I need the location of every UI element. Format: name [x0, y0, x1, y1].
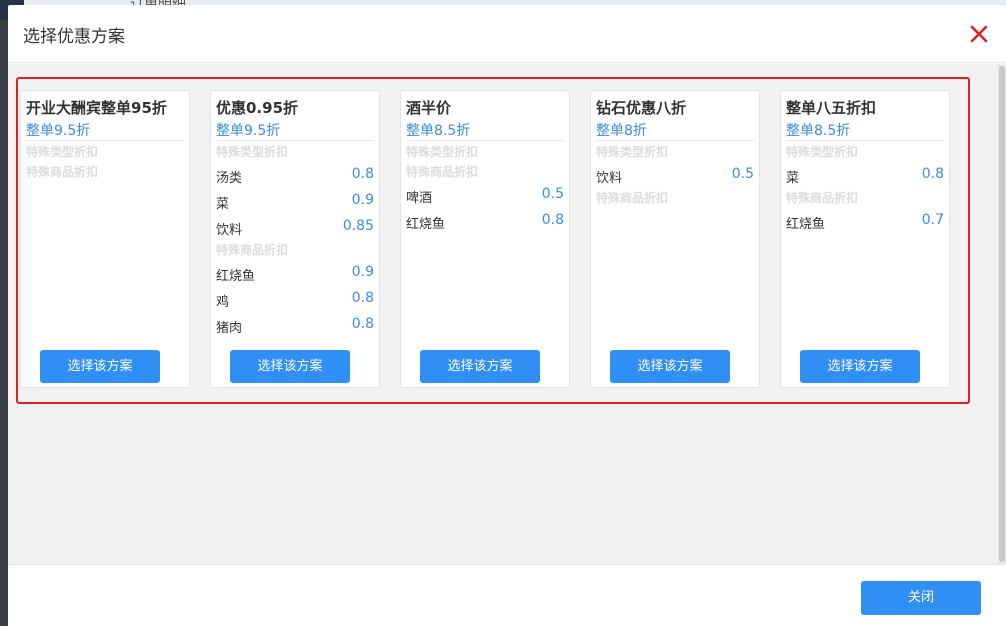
- plan-title: 酒半价: [406, 99, 452, 117]
- goods-discount-value: 0.8: [351, 290, 374, 306]
- plan-overall-discount: 整单8.5折: [786, 123, 851, 139]
- dialog-title: 选择优惠方案: [23, 27, 125, 47]
- goods-discount-value: 0.7: [921, 212, 944, 228]
- plan-overall-discount: 整单8.5折: [406, 123, 471, 139]
- select-plan-button[interactable]: 选择该方案: [610, 350, 730, 383]
- plan-card: 酒半价整单8.5折 特殊类型折扣 特殊商品折扣 啤酒 0.5 红烧鱼 0.8 选择该方案: [400, 90, 570, 388]
- goods-discount-label: 特殊商品折扣: [596, 191, 669, 205]
- goods-discount-label: 特殊商品折扣: [26, 165, 99, 179]
- type-discount-value: 0.8: [921, 166, 944, 182]
- plan-title: 开业大酬宾整单95折: [26, 99, 167, 117]
- goods-discount-name: 鸡: [216, 295, 230, 310]
- type-discount-label: 特殊类型折扣: [406, 145, 479, 159]
- plan-divider: [596, 140, 754, 141]
- dialog-footer: 关闭: [8, 564, 1006, 626]
- plan-overall-discount: 整单9.5折: [216, 123, 281, 139]
- goods-discount-value: 0.8: [541, 212, 564, 228]
- type-discount-name: 菜: [786, 171, 800, 186]
- goods-discount-name: 啤酒: [406, 191, 433, 206]
- goods-discount-value: 0.8: [351, 316, 374, 332]
- type-discount-label: 特殊类型折扣: [786, 145, 859, 159]
- dialog-body: 开业大酬宾整单95折 整单9.5折 特殊类型折扣 特殊商品折扣 选择该方案 优惠0.95折…: [8, 64, 1006, 564]
- goods-discount-name: 红烧鱼: [406, 217, 446, 232]
- goods-discount-name: 红烧鱼: [216, 269, 256, 284]
- plan-divider: [26, 140, 184, 141]
- plan-title: 钻石优惠八折: [596, 99, 687, 117]
- plan-title: 优惠0.95折: [216, 99, 299, 117]
- goods-discount-label: 特殊商品折扣: [406, 165, 479, 179]
- goods-discount-label: 特殊商品折扣: [216, 243, 289, 257]
- type-discount-name: 饮料: [596, 171, 623, 186]
- type-discount-value: 0.8: [351, 166, 374, 182]
- plan-card: 整单八五折扣 整单8.5折 特殊类型折扣菜 0.8 特殊商品折扣 红烧鱼 0.7 选择该方案: [780, 90, 950, 388]
- plan-overall-discount: 整单8折: [596, 123, 647, 139]
- plan-card: 优惠0.95折 整单9.5折 特殊类型折扣 汤类 0.8 菜 0.9 饮料 0.85 特殊商品折扣…: [210, 90, 380, 388]
- plan-card: 钻石优惠八折 整单8折特殊类型折扣 饮料 0.5 特殊商品折扣选择该方案: [590, 90, 760, 388]
- plan-title: 整单八五折扣: [786, 99, 877, 117]
- type-discount-label: 特殊类型折扣: [216, 145, 289, 159]
- type-discount-name: 饮料: [216, 223, 243, 238]
- goods-discount-value: 0.9: [351, 264, 374, 280]
- type-discount-label: 特殊类型折扣: [26, 145, 99, 159]
- select-plan-button[interactable]: 选择该方案: [40, 350, 160, 383]
- goods-discount-label: 特殊商品折扣: [786, 191, 859, 205]
- close-button[interactable]: 关闭: [861, 581, 981, 615]
- type-discount-value: 0.5: [731, 166, 754, 182]
- type-discount-name: 菜: [216, 197, 230, 212]
- dialog-header: 选择优惠方案: [8, 5, 1006, 63]
- type-discount-label: 特殊类型折扣: [596, 145, 669, 159]
- type-discount-value: 0.85: [342, 218, 374, 234]
- vertical-scrollbar[interactable]: [998, 64, 1006, 564]
- select-plan-button[interactable]: 选择该方案: [800, 350, 920, 383]
- plan-divider: [786, 140, 944, 141]
- select-plan-button[interactable]: 选择该方案: [420, 350, 540, 383]
- close-icon[interactable]: [968, 23, 990, 45]
- discount-plan-dialog: 选择优惠方案 开业大酬宾整单95折 整单9.5折 特殊类型折扣 特殊商品折扣 选择该方案…: [8, 5, 1006, 626]
- plan-divider: [406, 140, 564, 141]
- plan-card: 开业大酬宾整单95折 整单9.5折 特殊类型折扣 特殊商品折扣选择该方案: [20, 90, 190, 388]
- select-plan-button[interactable]: 选择该方案: [230, 350, 350, 383]
- type-discount-name: 汤类: [216, 171, 243, 186]
- type-discount-value: 0.9: [351, 192, 374, 208]
- goods-discount-name: 红烧鱼: [786, 217, 826, 232]
- goods-discount-name: 猪肉: [216, 321, 243, 336]
- plan-divider: [216, 140, 374, 141]
- scrollbar-thumb[interactable]: [999, 66, 1005, 562]
- plan-overall-discount: 整单9.5折: [26, 123, 91, 139]
- goods-discount-value: 0.5: [541, 186, 564, 202]
